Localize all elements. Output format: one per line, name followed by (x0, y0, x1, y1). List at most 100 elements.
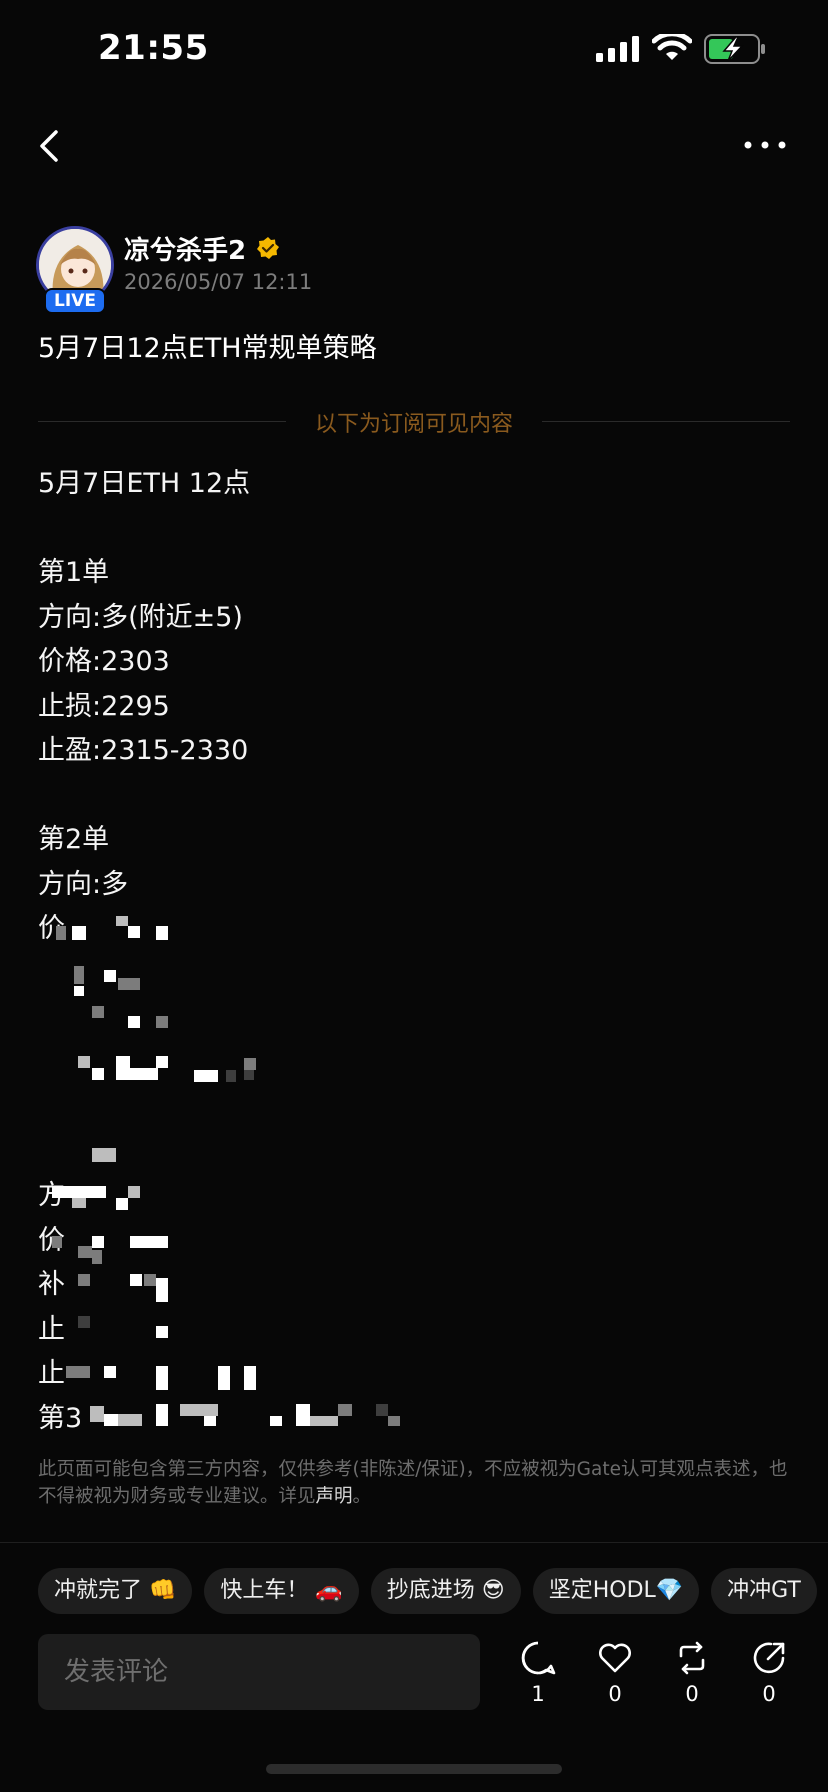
mosaic-block (92, 1068, 104, 1080)
verified-badge-icon (257, 237, 279, 259)
mosaic-block (56, 926, 66, 940)
back-arrow-icon[interactable] (32, 126, 68, 166)
share-count: 0 (762, 1682, 776, 1706)
comment-button[interactable]: 1 (511, 1640, 565, 1720)
home-indicator[interactable] (266, 1764, 562, 1774)
mosaic-block (104, 970, 116, 982)
mosaic-block (116, 916, 128, 926)
mosaic-block (156, 1016, 168, 1028)
mosaic-block (204, 1416, 216, 1426)
mosaic-block (144, 1274, 156, 1286)
reaction-chip[interactable]: 坚定HODL💎 (532, 1568, 700, 1614)
subscriber-divider: 以下为订阅可见内容 (38, 406, 790, 437)
mosaic-block (52, 1186, 92, 1198)
mosaic-block (92, 1250, 102, 1264)
share-icon (753, 1642, 785, 1674)
comment-count: 1 (531, 1682, 545, 1706)
like-button[interactable]: 0 (588, 1640, 642, 1720)
mosaic-block (92, 1186, 106, 1198)
mosaic-block (78, 1056, 90, 1068)
mosaic-block (338, 1404, 352, 1416)
post-line: 止损:2295 (38, 690, 170, 722)
mosaic-block (156, 1278, 168, 1302)
mosaic-block (118, 978, 140, 990)
mosaic-block (74, 966, 84, 984)
post-line: 止盈:2315-2330 (38, 735, 249, 766)
repost-button[interactable]: 0 (665, 1640, 719, 1720)
mosaic-block (194, 1070, 218, 1082)
post-line (38, 507, 798, 552)
live-badge[interactable]: LIVE (44, 288, 106, 314)
mosaic-block (78, 1316, 90, 1328)
mosaic-block (52, 1236, 62, 1248)
mosaic-block (156, 1056, 168, 1068)
mosaic-block (104, 1366, 116, 1378)
author-name[interactable]: 凉兮杀手2 (124, 230, 246, 267)
battery-charging-icon (704, 34, 765, 64)
mosaic-block (376, 1404, 388, 1416)
disclaimer: 此页面可能包含第三方内容，仅供参考(非陈述/保证)，不应被视为Gate认可其观点… (38, 1456, 798, 1510)
disclaimer-link[interactable]: 声明 (316, 1486, 353, 1507)
post-line: 第1单 (38, 557, 110, 588)
mosaic-block (244, 1058, 256, 1070)
subscriber-divider-label: 以下为订阅可见内容 (314, 412, 513, 437)
divider-line-right (542, 421, 790, 422)
mosaic-block (90, 1406, 104, 1422)
mosaic-block (72, 1198, 86, 1208)
mosaic-block (116, 1056, 130, 1080)
repost-icon (679, 1641, 705, 1675)
more-options-icon[interactable] (740, 130, 790, 160)
reaction-chip[interactable]: 冲冲GT (711, 1568, 817, 1614)
comment-bubble-icon (521, 1641, 556, 1675)
mosaic-block (92, 1006, 104, 1018)
share-button[interactable]: 0 (742, 1640, 796, 1720)
mosaic-block (78, 1274, 90, 1286)
mosaic-block (156, 1404, 168, 1426)
reaction-chip[interactable]: 冲就完了 👊 (38, 1568, 193, 1614)
mosaic-block (388, 1416, 400, 1426)
section-divider (0, 1542, 828, 1543)
mosaic-block (92, 1148, 116, 1162)
mosaic-block (78, 1246, 92, 1258)
post-line: 方向:多(附近±5) (38, 601, 243, 633)
comment-input[interactable] (38, 1634, 480, 1710)
author-header: LIVE 凉兮杀手2 2026/05/07 12:11 (36, 226, 736, 318)
mosaic-block (226, 1070, 236, 1082)
mosaic-block (128, 1016, 140, 1028)
content-fade (0, 1430, 828, 1450)
cellular-signal-icon (596, 36, 639, 62)
mosaic-block (296, 1404, 310, 1426)
nav-bar (0, 118, 828, 174)
mosaic-block (310, 1416, 338, 1426)
mosaic-block (72, 926, 86, 940)
mosaic-block (130, 1236, 168, 1248)
mosaic-block (128, 926, 140, 938)
mosaic-block (218, 1366, 230, 1390)
post-line (38, 774, 798, 819)
disclaimer-text: 此页面可能包含第三方内容，仅供参考(非陈述/保证)，不应被视为Gate认可其观点… (38, 1459, 788, 1507)
mosaic-block (156, 1326, 168, 1338)
reaction-chip[interactable]: 抄底进场 😎 (370, 1568, 521, 1614)
reaction-chip[interactable]: 快上车！ 🚗 (204, 1568, 359, 1614)
mosaic-block (118, 1414, 142, 1426)
mosaic-block (116, 1198, 128, 1210)
censor-mosaic (38, 890, 418, 1430)
heart-icon (599, 1643, 631, 1673)
mosaic-block (156, 926, 168, 940)
post-title: 5月7日12点ETH常规单策略 (38, 333, 377, 364)
mosaic-block (180, 1404, 218, 1416)
status-bar: 21:55 (0, 0, 828, 100)
mosaic-block (244, 1366, 256, 1390)
quick-reactions: 冲就完了 👊 快上车！ 🚗 抄底进场 😎 坚定HODL💎 冲冲GT (38, 1568, 828, 1614)
mosaic-block (130, 1068, 158, 1080)
post-line: 第2单 (38, 824, 110, 855)
mosaic-block (92, 1236, 104, 1248)
mosaic-block (270, 1416, 282, 1426)
post-line: 5月7日ETH 12点 (38, 468, 251, 499)
mosaic-block (130, 1274, 142, 1286)
post-timestamp: 2026/05/07 12:11 (124, 270, 313, 294)
status-time: 21:55 (98, 28, 209, 68)
post-line: 价格:2303 (38, 646, 170, 677)
mosaic-block (244, 1070, 254, 1080)
mosaic-block (74, 986, 84, 996)
